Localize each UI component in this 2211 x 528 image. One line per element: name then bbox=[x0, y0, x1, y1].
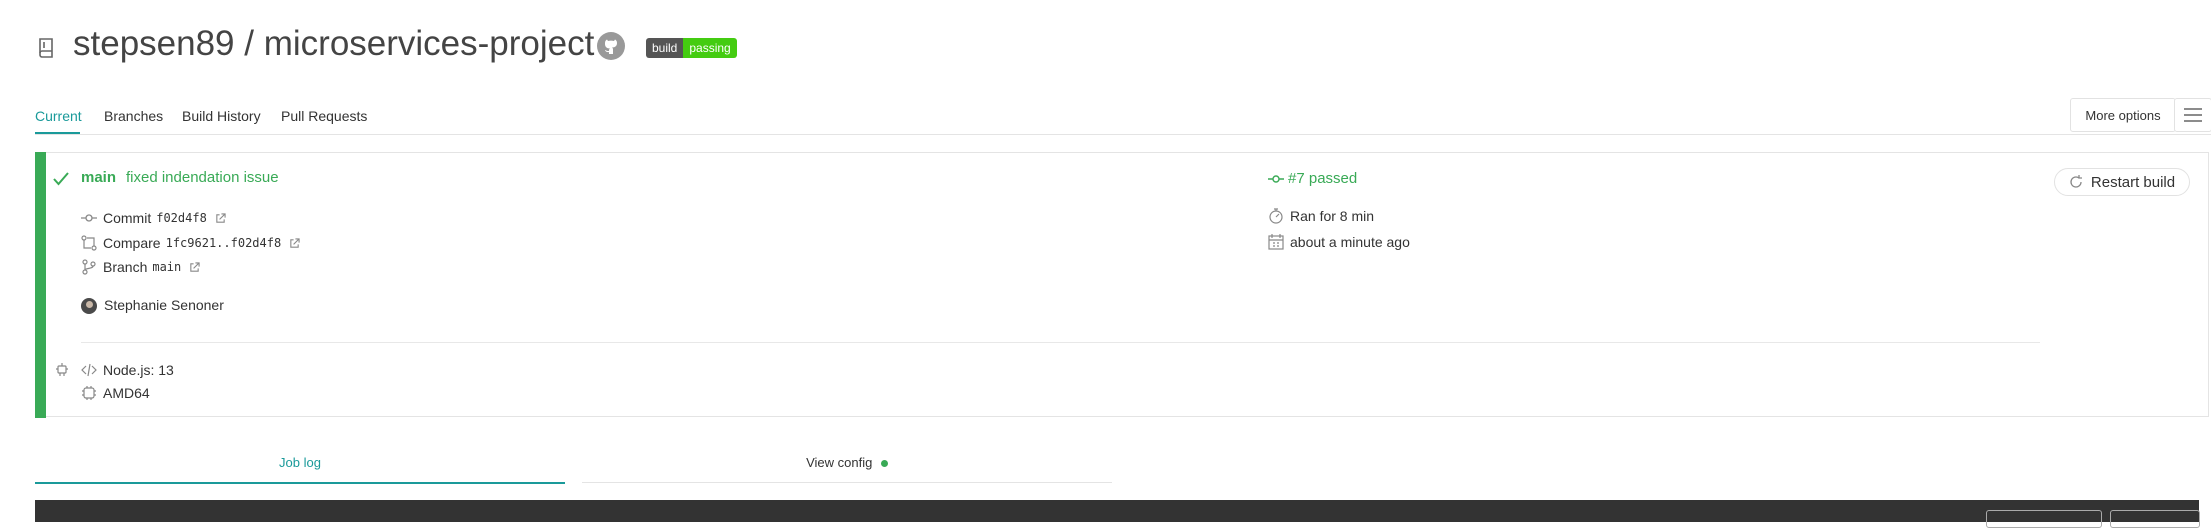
compare-label: Compare bbox=[103, 235, 161, 251]
build-number-label: #7 passed bbox=[1288, 170, 1358, 187]
tab-current[interactable]: Current bbox=[35, 108, 82, 124]
commit-icon bbox=[1268, 174, 1284, 183]
tab-pull-requests[interactable]: Pull Requests bbox=[281, 108, 367, 124]
tab-view-config[interactable]: View config bbox=[582, 455, 1112, 483]
external-link-icon[interactable] bbox=[215, 212, 226, 224]
compare-range-link[interactable]: 1fc9621..f02d4f8 bbox=[166, 236, 282, 250]
restart-build-label: Restart build bbox=[2090, 173, 2176, 191]
branch-name-link[interactable]: main bbox=[152, 260, 181, 274]
commit-row: Commit f02d4f8 bbox=[81, 210, 226, 226]
badge-value: passing bbox=[683, 38, 737, 58]
compare-icon bbox=[81, 235, 97, 251]
language-row: Node.js: 13 bbox=[81, 362, 174, 378]
commit-sha-link[interactable]: f02d4f8 bbox=[156, 211, 207, 225]
card-divider bbox=[81, 342, 2040, 343]
compare-row: Compare 1fc9621..f02d4f8 bbox=[81, 235, 300, 251]
robot-icon bbox=[55, 362, 69, 377]
language-value: Node.js: 13 bbox=[103, 362, 174, 378]
external-link-icon[interactable] bbox=[289, 237, 300, 249]
build-status-stripe bbox=[35, 152, 46, 418]
log-panel-button[interactable] bbox=[2110, 510, 2200, 528]
commit-label: Commit bbox=[103, 210, 152, 226]
arch-value: AMD64 bbox=[103, 385, 150, 401]
duration-row: Ran for 8 min bbox=[1268, 208, 1374, 224]
cpu-icon bbox=[82, 386, 96, 400]
tabs-divider bbox=[35, 134, 2211, 135]
tab-build-history[interactable]: Build History bbox=[182, 108, 261, 124]
github-icon[interactable] bbox=[596, 31, 626, 61]
more-options-label: More options bbox=[2085, 107, 2161, 123]
build-summary-card bbox=[35, 152, 2209, 417]
repo-name-link[interactable]: microservices-project bbox=[264, 24, 595, 63]
repo-separator: / bbox=[244, 24, 254, 63]
tab-job-log[interactable]: Job log bbox=[35, 455, 565, 484]
branch-row: Branch main bbox=[81, 259, 200, 275]
build-branch[interactable]: main bbox=[81, 169, 116, 186]
build-number-status[interactable]: #7 passed bbox=[1268, 170, 1357, 187]
view-config-label: View config bbox=[806, 455, 873, 470]
check-icon bbox=[53, 172, 69, 186]
hamburger-icon bbox=[2184, 108, 2202, 122]
badge-label: build bbox=[646, 38, 684, 58]
hamburger-menu-button[interactable] bbox=[2174, 98, 2211, 132]
commit-message: fixed indendation issue bbox=[126, 169, 279, 186]
arch-row: AMD64 bbox=[81, 385, 150, 401]
commit-icon bbox=[81, 214, 97, 222]
restart-icon bbox=[2070, 175, 2082, 188]
avatar bbox=[81, 298, 97, 314]
more-options-button[interactable]: More options bbox=[2070, 98, 2176, 132]
author-name: Stephanie Senoner bbox=[104, 297, 224, 313]
repo-owner-link[interactable]: stepsen89 bbox=[73, 24, 235, 63]
duration-value: Ran for 8 min bbox=[1290, 208, 1375, 224]
branch-label: Branch bbox=[103, 259, 148, 275]
restart-build-button[interactable]: Restart build bbox=[2054, 168, 2190, 196]
config-status-dot bbox=[880, 460, 888, 468]
job-log-label: Job log bbox=[279, 455, 321, 470]
calendar-icon bbox=[1268, 234, 1284, 250]
stopwatch-icon bbox=[1269, 208, 1283, 224]
log-panel-button[interactable] bbox=[1986, 510, 2102, 528]
external-link-icon[interactable] bbox=[189, 261, 200, 273]
build-status-badge[interactable]: build passing bbox=[646, 38, 737, 58]
finished-row: about a minute ago bbox=[1268, 234, 1410, 250]
finished-value: about a minute ago bbox=[1290, 234, 1410, 250]
repo-book-icon bbox=[35, 36, 59, 60]
job-log-panel bbox=[35, 500, 2199, 522]
code-icon bbox=[81, 363, 97, 377]
tab-branches[interactable]: Branches bbox=[104, 108, 163, 124]
branch-icon bbox=[82, 259, 96, 275]
repo-title: stepsen89 / microservices-project bbox=[73, 24, 594, 64]
